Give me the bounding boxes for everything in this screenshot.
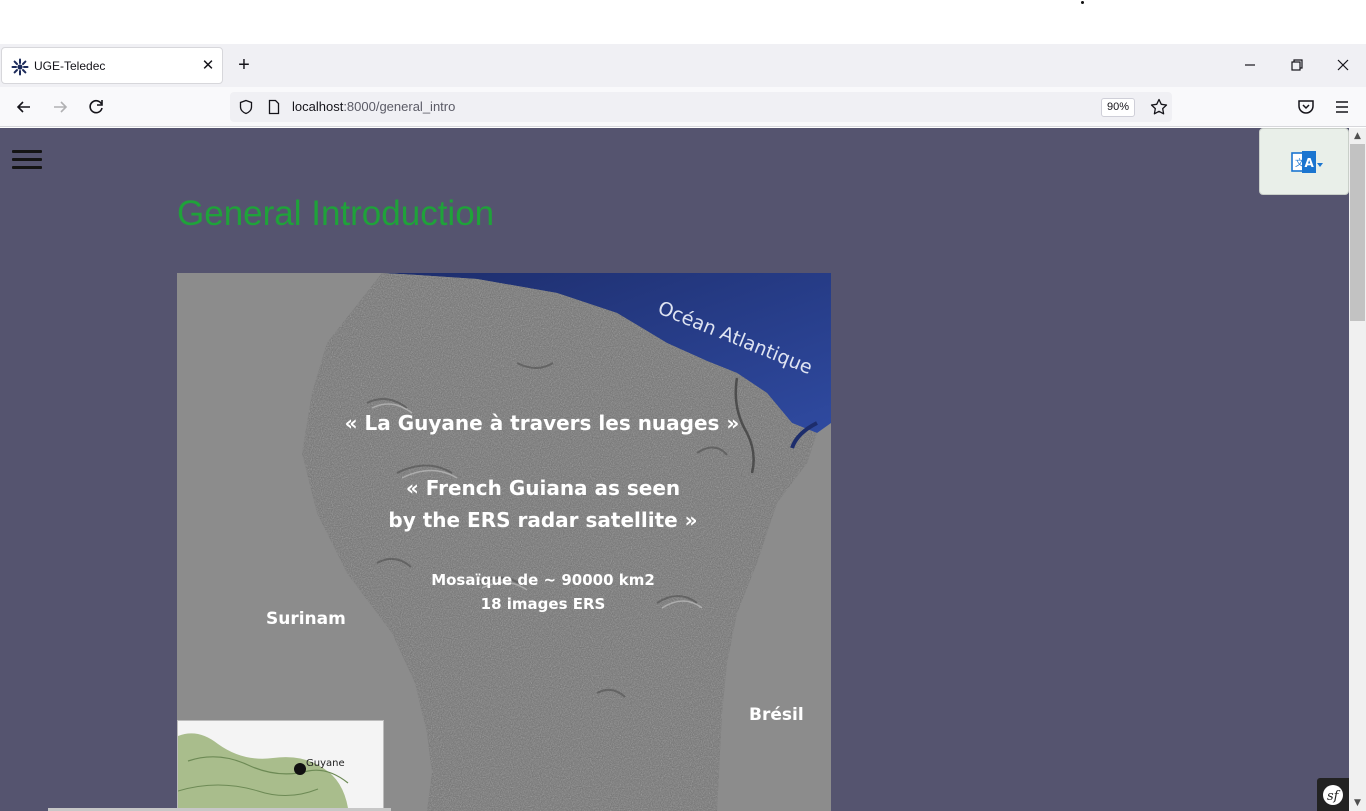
translate-icon: 文 A: [1291, 151, 1323, 173]
page-icon[interactable]: [266, 99, 282, 115]
svg-text:A: A: [1305, 156, 1315, 170]
url-host: localhost: [292, 99, 344, 114]
window-close-icon[interactable]: [1332, 54, 1354, 76]
url-text[interactable]: localhost:8000/general_intro: [292, 99, 455, 114]
url-path: :8000/general_intro: [343, 99, 456, 114]
symfony-toolbar-icon[interactable]: sf: [1317, 778, 1349, 811]
mosaic-info-line1: Mosaïque de ~ 90000 km2: [431, 571, 655, 589]
pocket-icon[interactable]: [1294, 95, 1318, 119]
page-content: 文 A General Introduction Océan Atlantiqu…: [0, 128, 1349, 811]
scroll-down-arrow-icon[interactable]: ▼: [1349, 795, 1366, 811]
minimize-icon[interactable]: [1239, 54, 1261, 76]
tab-bar: UGE-Teledec ✕ +: [0, 44, 1366, 87]
zoom-level-badge[interactable]: 90%: [1101, 98, 1135, 117]
country-label-bresil: Brésil: [749, 705, 804, 725]
radar-mosaic-image: Océan Atlantique « La Guyane à travers l…: [177, 273, 831, 811]
close-icon[interactable]: ✕: [199, 56, 217, 74]
back-arrow-icon[interactable]: [12, 95, 36, 119]
stray-dot: [1081, 1, 1084, 4]
url-bar[interactable]: localhost:8000/general_intro 90%: [230, 92, 1172, 122]
restore-icon[interactable]: [1286, 54, 1308, 76]
country-label-surinam: Surinam: [266, 609, 346, 629]
starburst-favicon-icon: [11, 58, 29, 76]
inset-label-guyane: Guyane: [306, 758, 345, 769]
plus-icon[interactable]: +: [233, 54, 255, 76]
browser-tab[interactable]: UGE-Teledec ✕: [1, 47, 223, 84]
menu-icon[interactable]: [1330, 95, 1354, 119]
shield-icon[interactable]: [238, 99, 254, 115]
locator-map-graphic: Guyane: [178, 721, 383, 811]
page-title: General Introduction: [177, 194, 495, 233]
star-icon[interactable]: [1148, 96, 1170, 118]
top-strip: [0, 0, 1366, 44]
vertical-scrollbar[interactable]: ▲ ▼: [1349, 128, 1366, 811]
navigation-bar: localhost:8000/general_intro 90%: [0, 87, 1366, 127]
reload-icon[interactable]: [84, 95, 108, 119]
tab-title: UGE-Teledec: [34, 59, 106, 73]
scroll-up-arrow-icon[interactable]: ▲: [1349, 128, 1366, 144]
hamburger-menu-icon[interactable]: [12, 150, 42, 170]
caption-french: « La Guyane à travers les nuages »: [344, 411, 740, 435]
caption-english-line2: by the ERS radar satellite »: [388, 508, 698, 532]
scrollbar-thumb[interactable]: [1350, 144, 1365, 321]
locator-inset-map: Guyane: [177, 720, 384, 811]
forward-arrow-icon[interactable]: [48, 95, 72, 119]
caption-english-line1: « French Guiana as seen: [405, 476, 681, 500]
language-button[interactable]: 文 A: [1259, 128, 1349, 195]
